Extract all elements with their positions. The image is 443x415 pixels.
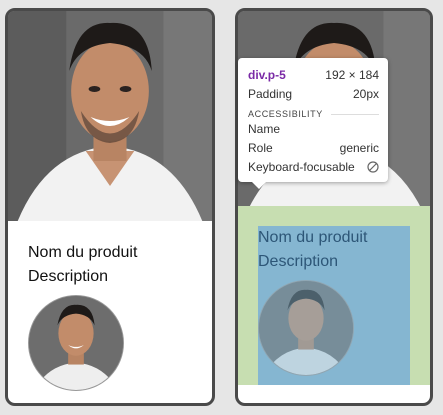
padding-row: Padding 20px	[248, 84, 379, 103]
name-row: Name	[248, 119, 379, 138]
keyboard-label: Keyboard-focusable	[248, 159, 355, 174]
product-name: Nom du produit	[28, 244, 138, 261]
role-row: Role generic	[248, 138, 379, 157]
avatar	[28, 295, 124, 391]
role-value: generic	[339, 140, 379, 155]
product-description: Description	[258, 253, 339, 270]
name-label: Name	[248, 121, 281, 136]
padding-value: 20px	[352, 86, 379, 101]
content-highlight: Nom du produit Description	[258, 226, 410, 385]
accessibility-heading: ACCESSIBILITY	[248, 109, 379, 119]
avatar	[258, 280, 354, 376]
card-body: Nom du produit Description	[8, 221, 212, 403]
padding-label: Padding	[248, 86, 293, 101]
divider	[330, 113, 379, 115]
element-selector: div.p-5	[248, 67, 286, 82]
inspector-tooltip: div.p-5 192 × 184 Padding 20px ACCESSIBI…	[238, 58, 388, 189]
product-description: Description	[28, 268, 109, 285]
tooltip-header: div.p-5 192 × 184	[248, 65, 379, 84]
element-dimensions: 192 × 184	[325, 67, 379, 82]
product-image	[8, 11, 212, 221]
not-allowed-icon	[367, 160, 379, 173]
product-card: Nom du produit Description	[5, 8, 215, 406]
keyboard-row: Keyboard-focusable	[248, 157, 379, 176]
role-label: Role	[248, 140, 273, 155]
product-name: Nom du produit	[258, 229, 368, 246]
padding-highlight: Nom du produit Description	[238, 206, 430, 385]
